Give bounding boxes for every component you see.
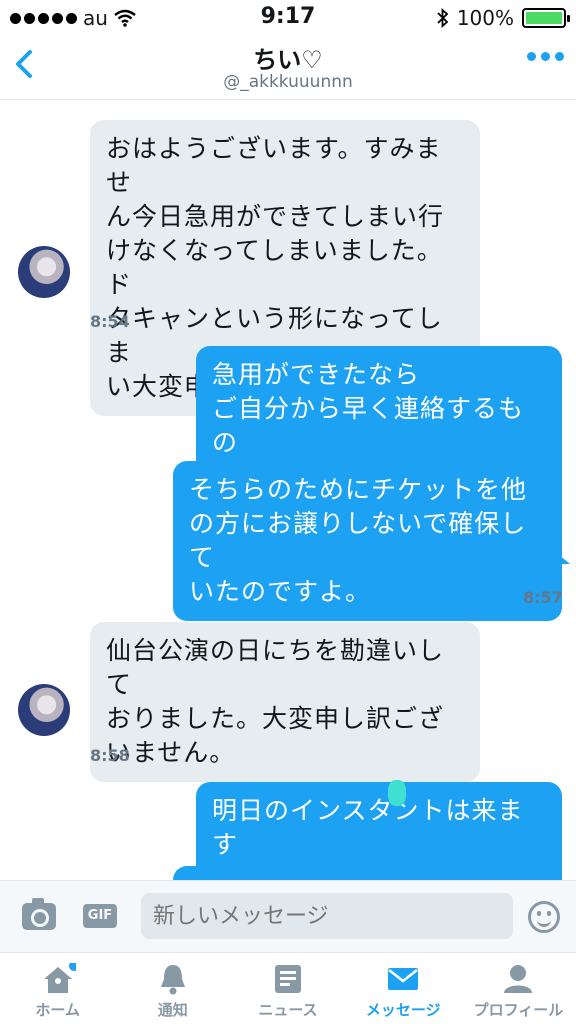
gif-button[interactable]: GIF xyxy=(83,904,117,928)
message-outgoing: そちらのためにチケットを他 の方にお譲りしないで確保して いたのですよ。 xyxy=(173,461,562,621)
message-thread: おはようございます。すみませ ん今日急用ができてしまい行 けなくなってしまいまし… xyxy=(0,100,576,880)
tab-label: 通知 xyxy=(157,1001,188,1019)
envelope-icon xyxy=(388,968,419,990)
tab-news[interactable]: ニュース xyxy=(230,953,345,1024)
news-icon xyxy=(275,965,301,993)
avatar[interactable] xyxy=(18,684,70,736)
tab-profile[interactable]: プロフィール xyxy=(461,953,576,1024)
tab-notifications[interactable]: 通知 xyxy=(115,953,230,1024)
bell-icon xyxy=(160,965,185,995)
contact-handle: @_akkkuuunnn xyxy=(223,72,353,92)
contact-name: ちい♡ xyxy=(253,46,323,74)
status-bar: au 9:17 100% xyxy=(0,0,576,34)
message-timestamp: 8:57 xyxy=(523,588,563,607)
more-options-icon[interactable] xyxy=(527,52,564,61)
bubble-tail xyxy=(558,554,570,564)
message-timestamp: 8:58 xyxy=(90,746,130,765)
bluetooth-icon xyxy=(437,8,449,28)
home-icon xyxy=(43,963,76,993)
tab-label: プロフィール xyxy=(473,1001,564,1019)
person-icon xyxy=(504,965,533,993)
tab-bar: ホーム 通知 ニュース メッセージ プロフィール xyxy=(0,952,576,1024)
message-outgoing-partial xyxy=(173,866,562,880)
battery-percent: 100% xyxy=(456,6,514,30)
message-input[interactable] xyxy=(141,893,513,939)
tab-label: メッセージ xyxy=(365,1001,441,1019)
tab-label: ニュース xyxy=(258,1001,318,1019)
tab-home[interactable]: ホーム xyxy=(0,953,115,1024)
avatar[interactable] xyxy=(18,246,70,298)
message-timestamp: 8:54 xyxy=(90,312,130,331)
battery-icon xyxy=(522,8,570,28)
camera-icon[interactable] xyxy=(22,898,56,930)
message-composer: GIF xyxy=(0,880,576,952)
message-incoming: 仙台公演の日にちを勘違いして おりました。大変申し訳ござ いません。 xyxy=(90,622,480,782)
tab-label: ホーム xyxy=(35,1001,80,1019)
redaction-scribble xyxy=(388,780,406,806)
battery-status: 100% xyxy=(437,6,570,30)
conversation-header: ちい♡ @_akkkuuunnn xyxy=(0,34,576,100)
emoji-icon[interactable] xyxy=(528,901,560,933)
tab-messages[interactable]: メッセージ xyxy=(346,953,461,1024)
